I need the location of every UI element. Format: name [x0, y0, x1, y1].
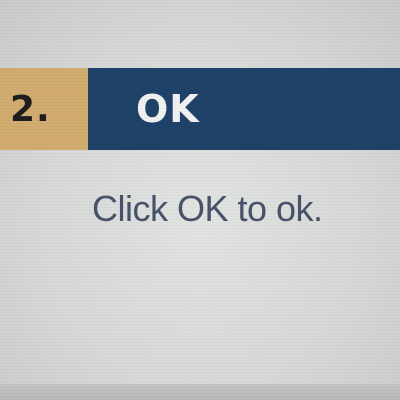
step-header: 2. OK [0, 68, 400, 150]
instruction-text: Click OK to ok. [92, 188, 323, 229]
screen-bottom-edge [0, 384, 400, 400]
step-title: OK [136, 87, 200, 131]
step-number-box: 2. [0, 68, 88, 150]
step-number: 2. [10, 88, 51, 130]
screen: 2. OK Click OK to ok. [0, 0, 400, 400]
step-title-box: OK [88, 68, 400, 150]
